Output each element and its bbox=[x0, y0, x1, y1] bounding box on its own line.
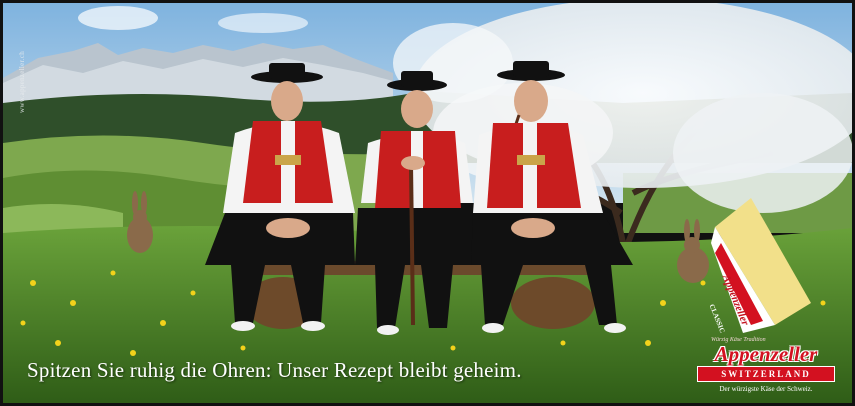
brand-name: Appenzeller bbox=[714, 342, 818, 366]
advertisement-frame: www.appenzeller.ch Appenzeller CLASSIC S… bbox=[0, 0, 855, 406]
photo-scene: www.appenzeller.ch Appenzeller CLASSIC S… bbox=[3, 3, 852, 403]
blossom-tree bbox=[393, 3, 852, 245]
bench-log bbox=[511, 277, 595, 329]
website-url: www.appenzeller.ch bbox=[18, 50, 26, 113]
brand-logo: Würzig Käse Tradition Appenzeller SWITZE… bbox=[691, 337, 841, 393]
ad-slogan: Spitzen Sie ruhig die Ohren: Unser Rezep… bbox=[27, 358, 522, 382]
cloud bbox=[218, 13, 308, 33]
brand-country-banner: SWITZERLAND bbox=[697, 366, 835, 382]
cloud bbox=[78, 6, 158, 30]
brand-tagline: Der würzigste Käse der Schweiz. bbox=[719, 385, 813, 393]
